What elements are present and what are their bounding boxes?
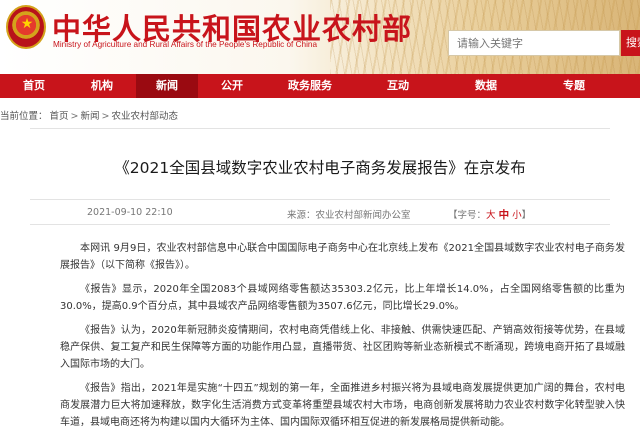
breadcrumb-separator: > — [101, 111, 110, 122]
article-title: 《2021全国县域数字农业农村电子商务发展报告》在京发布 — [114, 159, 526, 177]
nav-item-data[interactable]: 数据 — [442, 74, 530, 98]
site-header: ★ 中华人民共和国农业农村部 Ministry of Agriculture a… — [0, 0, 640, 74]
breadcrumb-link-ministry-news[interactable]: 农业农村部动态 — [111, 111, 178, 122]
nav-item-topics[interactable]: 专题 — [530, 74, 618, 98]
search-box — [448, 30, 620, 56]
nav-item-organization[interactable]: 机构 — [68, 74, 136, 98]
font-size-small-button[interactable]: 小 — [512, 210, 522, 221]
source-label: 来源： — [287, 210, 316, 221]
nav-item-public[interactable]: 公开 — [198, 74, 266, 98]
font-size-close: 】 — [521, 210, 532, 221]
main-nav: 首页 机构 新闻 公开 政务服务 互动 数据 专题 — [0, 74, 640, 98]
search-input[interactable] — [449, 31, 619, 55]
divider — [30, 128, 610, 129]
breadcrumb-link-news[interactable]: 新闻 — [81, 111, 100, 122]
breadcrumb-prefix: 当前位置： — [0, 111, 48, 122]
article-paragraph: 《报告》显示，2020年全国2083个县域网络零售额达35303.2亿元，比上年… — [60, 284, 625, 312]
font-size-controls: 【字号：大 中 小】 — [448, 207, 531, 222]
breadcrumb: 当前位置： 首页 > 新闻 > 农业农村部动态 — [0, 108, 180, 122]
star-icon: ★ — [20, 16, 34, 32]
nav-item-interaction[interactable]: 互动 — [354, 74, 442, 98]
article-source: 来源：农业农村部新闻办公室 — [287, 207, 411, 221]
article-paragraph: 本网讯 9月9日，农业农村部信息中心联合中国国际电子商务中心在北京线上发布《20… — [60, 243, 625, 271]
publish-date: 2021-09-10 22:10 — [87, 207, 173, 218]
article-paragraph: 《报告》指出，2021年是实施“十四五”规划的第一年，全面推进乡村振兴将为县域电… — [60, 383, 625, 428]
font-size-large-button[interactable]: 大 — [486, 210, 496, 221]
search-button[interactable]: 搜索 — [621, 30, 640, 56]
national-emblem-logo[interactable]: ★ — [6, 5, 46, 49]
nav-item-home[interactable]: 首页 — [0, 74, 68, 98]
font-size-medium-button[interactable]: 中 — [499, 209, 510, 221]
article-paragraph: 《报告》认为，2020年新冠肺炎疫情期间，农村电商凭借线上化、非接触、供需快速匹… — [60, 325, 625, 370]
source-value: 农业农村部新闻办公室 — [315, 210, 411, 221]
nav-item-news[interactable]: 新闻 — [136, 74, 198, 98]
breadcrumb-link-home[interactable]: 首页 — [50, 111, 69, 122]
breadcrumb-separator: > — [70, 111, 79, 122]
font-size-label: 【字号： — [448, 210, 487, 221]
article-body: 本网讯 9月9日，农业农村部信息中心联合中国国际电子商务中心在北京线上发布《20… — [60, 240, 625, 431]
article-meta: 2021-09-10 22:10 来源：农业农村部新闻办公室 【字号：大 中 小… — [30, 199, 610, 225]
nav-item-services[interactable]: 政务服务 — [266, 74, 354, 98]
site-subtitle: Ministry of Agriculture and Rural Affair… — [53, 40, 318, 49]
